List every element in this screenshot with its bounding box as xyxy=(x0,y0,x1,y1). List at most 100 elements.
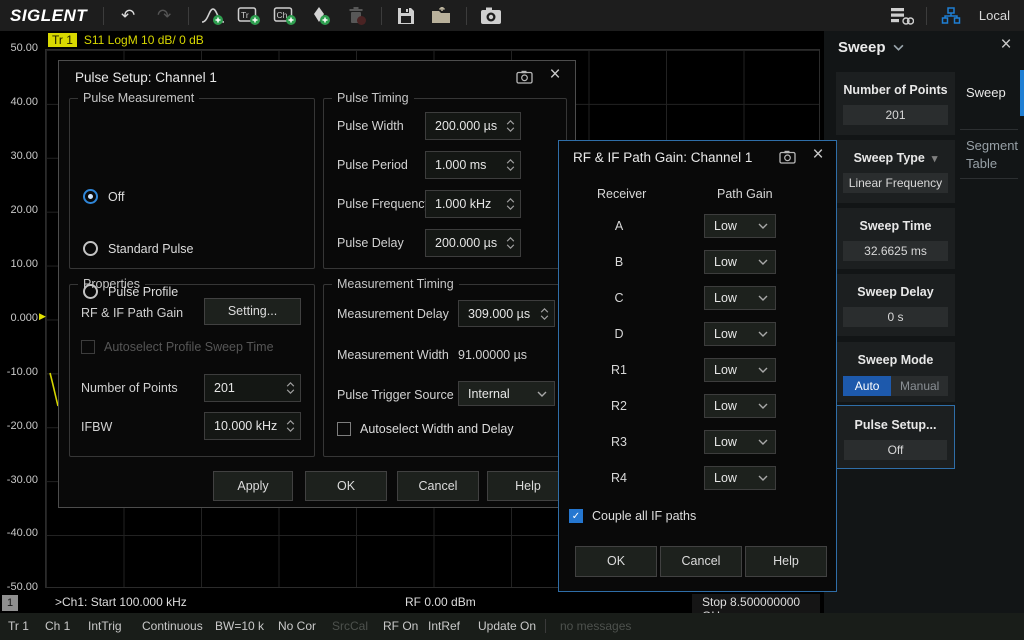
ifbw-input[interactable]: 10.000 kHz xyxy=(204,412,301,440)
number-of-points-control[interactable]: Number of Points 201 xyxy=(836,72,955,135)
trace-header[interactable]: Tr 1 S11 LogM 10 dB/ 0 dB xyxy=(48,33,204,47)
add-trace-button[interactable] xyxy=(195,2,231,30)
spinner-arrows[interactable] xyxy=(540,308,554,320)
input-value: 200.000 µs xyxy=(435,236,497,250)
radio-off[interactable]: Off xyxy=(83,189,124,204)
apply-button[interactable]: Apply xyxy=(213,471,293,501)
status-update[interactable]: Update On xyxy=(478,619,536,633)
window-layout-icon xyxy=(890,6,914,26)
cancel-button[interactable]: Cancel xyxy=(660,546,742,577)
help-button[interactable]: Help xyxy=(745,546,827,577)
status-rf[interactable]: RF On xyxy=(383,619,418,633)
sweep-time-control[interactable]: Sweep Time 32.6625 ms xyxy=(836,208,955,269)
pulse-period-input[interactable]: 1.000 ms xyxy=(425,151,521,179)
spinner-arrows[interactable] xyxy=(506,159,520,171)
redo-icon: ↷ xyxy=(157,7,171,24)
gain-select-d[interactable]: Low xyxy=(704,322,776,346)
status-sweep-mode[interactable]: Continuous xyxy=(142,619,203,633)
ok-button[interactable]: OK xyxy=(305,471,387,501)
pulse-delay-label: Pulse Delay xyxy=(337,236,404,250)
couple-if-paths-checkbox[interactable]: Couple all IF paths xyxy=(569,509,696,523)
ok-button[interactable]: OK xyxy=(575,546,657,577)
sweep-time-value[interactable]: 32.6625 ms xyxy=(843,241,948,261)
screenshot-button[interactable] xyxy=(473,2,509,30)
pulse-delay-input[interactable]: 200.000 µs xyxy=(425,229,521,257)
status-trace[interactable]: Tr 1 xyxy=(8,619,29,633)
status-correction[interactable]: No Cor xyxy=(278,619,316,633)
pulse-setup-value[interactable]: Off xyxy=(844,440,947,460)
sweep-mode-manual[interactable]: Manual xyxy=(891,376,948,396)
spinner-arrows[interactable] xyxy=(286,420,300,432)
dialog-close-icon[interactable] xyxy=(808,144,828,166)
spinner-arrows[interactable] xyxy=(506,120,520,132)
dialog-screenshot-icon[interactable] xyxy=(516,70,533,84)
trace-number-chip[interactable]: Tr 1 xyxy=(48,33,77,47)
cancel-button[interactable]: Cancel xyxy=(397,471,479,501)
dialog-screenshot-icon[interactable] xyxy=(779,150,796,164)
spinner-arrows[interactable] xyxy=(506,198,520,210)
radio-standard-pulse[interactable]: Standard Pulse xyxy=(83,241,193,256)
sweep-mode-auto[interactable]: Auto xyxy=(843,376,891,396)
checkbox-icon[interactable] xyxy=(569,509,583,523)
checkbox-label: Couple all IF paths xyxy=(592,509,696,523)
sweep-mode-toggle: Auto Manual xyxy=(843,376,948,396)
status-trigger[interactable]: IntTrig xyxy=(88,619,122,633)
undo-button[interactable]: ↶ xyxy=(110,2,146,30)
checkbox-icon[interactable] xyxy=(337,422,351,436)
delete-button[interactable] xyxy=(339,2,375,30)
gain-select-r2[interactable]: Low xyxy=(704,394,776,418)
toolbar-separator xyxy=(466,7,467,25)
save-button[interactable] xyxy=(388,2,424,30)
autoselect-profile-checkbox: Autoselect Profile Sweep Time xyxy=(81,340,274,354)
radio-icon[interactable] xyxy=(83,241,98,256)
gain-select-b[interactable]: Low xyxy=(704,250,776,274)
dialog-close-icon[interactable] xyxy=(545,64,565,86)
pulse-frequency-input[interactable]: 1.000 kHz xyxy=(425,190,521,218)
redo-button[interactable]: ↷ xyxy=(146,2,182,30)
sweep-delay-control[interactable]: Sweep Delay 0 s xyxy=(836,274,955,336)
spinner-arrows[interactable] xyxy=(506,237,520,249)
lan-status-button[interactable] xyxy=(933,2,969,30)
sidebar-close-icon[interactable] xyxy=(996,34,1016,56)
window-layout-button[interactable] xyxy=(884,2,920,30)
add-marker-button[interactable] xyxy=(303,2,339,30)
radio-icon[interactable] xyxy=(83,189,98,204)
number-of-points-value[interactable]: 201 xyxy=(843,105,948,125)
pulse-frequency-label: Pulse Frequency xyxy=(337,197,431,211)
tab-segment-table[interactable]: Segment Table xyxy=(966,137,1022,172)
status-channel[interactable]: Ch 1 xyxy=(45,619,70,633)
autoselect-width-delay-checkbox[interactable]: Autoselect Width and Delay xyxy=(337,422,514,436)
number-of-points-input[interactable]: 201 xyxy=(204,374,301,402)
measurement-delay-input[interactable]: 309.000 µs xyxy=(458,300,555,327)
pulse-period-label: Pulse Period xyxy=(337,158,408,172)
new-trace-window-button[interactable]: Tr xyxy=(231,2,267,30)
gain-select-r3[interactable]: Low xyxy=(704,430,776,454)
spinner-arrows[interactable] xyxy=(286,382,300,394)
sidebar-title[interactable]: Sweep xyxy=(838,39,904,56)
gain-select-c[interactable]: Low xyxy=(704,286,776,310)
channel-number-badge[interactable]: 1 xyxy=(2,595,18,611)
sweep-type-control[interactable]: Sweep Type Linear Frequency xyxy=(836,140,955,203)
new-channel-button[interactable]: Ch xyxy=(267,2,303,30)
rf-power-label: RF 0.00 dBm xyxy=(405,595,476,609)
gain-select-r4[interactable]: Low xyxy=(704,466,776,490)
pulse-trigger-source-select[interactable]: Internal xyxy=(458,381,555,406)
pulse-setup-control[interactable]: Pulse Setup... Off xyxy=(836,405,955,469)
sweep-delay-value[interactable]: 0 s xyxy=(843,307,948,327)
new-trace-window-icon: Tr xyxy=(237,6,261,26)
gain-select-r1[interactable]: Low xyxy=(704,358,776,382)
setting-button[interactable]: Setting... xyxy=(204,298,301,325)
pulse-width-label: Pulse Width xyxy=(337,119,404,133)
help-button[interactable]: Help xyxy=(487,471,569,501)
tab-sweep[interactable]: Sweep xyxy=(966,85,1006,100)
sweep-type-value[interactable]: Linear Frequency xyxy=(843,173,948,193)
pulse-width-input[interactable]: 200.000 µs xyxy=(425,112,521,140)
radio-label: Standard Pulse xyxy=(108,242,193,256)
path-gain-dialog: RF & IF Path Gain: Channel 1 Receiver Pa… xyxy=(558,140,837,592)
local-mode-label[interactable]: Local xyxy=(979,8,1010,23)
status-bandwidth[interactable]: BW=10 k xyxy=(215,619,264,633)
status-reference[interactable]: IntRef xyxy=(428,619,460,633)
open-button[interactable] xyxy=(424,2,460,30)
gain-select-a[interactable]: Low xyxy=(704,214,776,238)
number-of-points-label: Number of Points xyxy=(81,381,178,395)
